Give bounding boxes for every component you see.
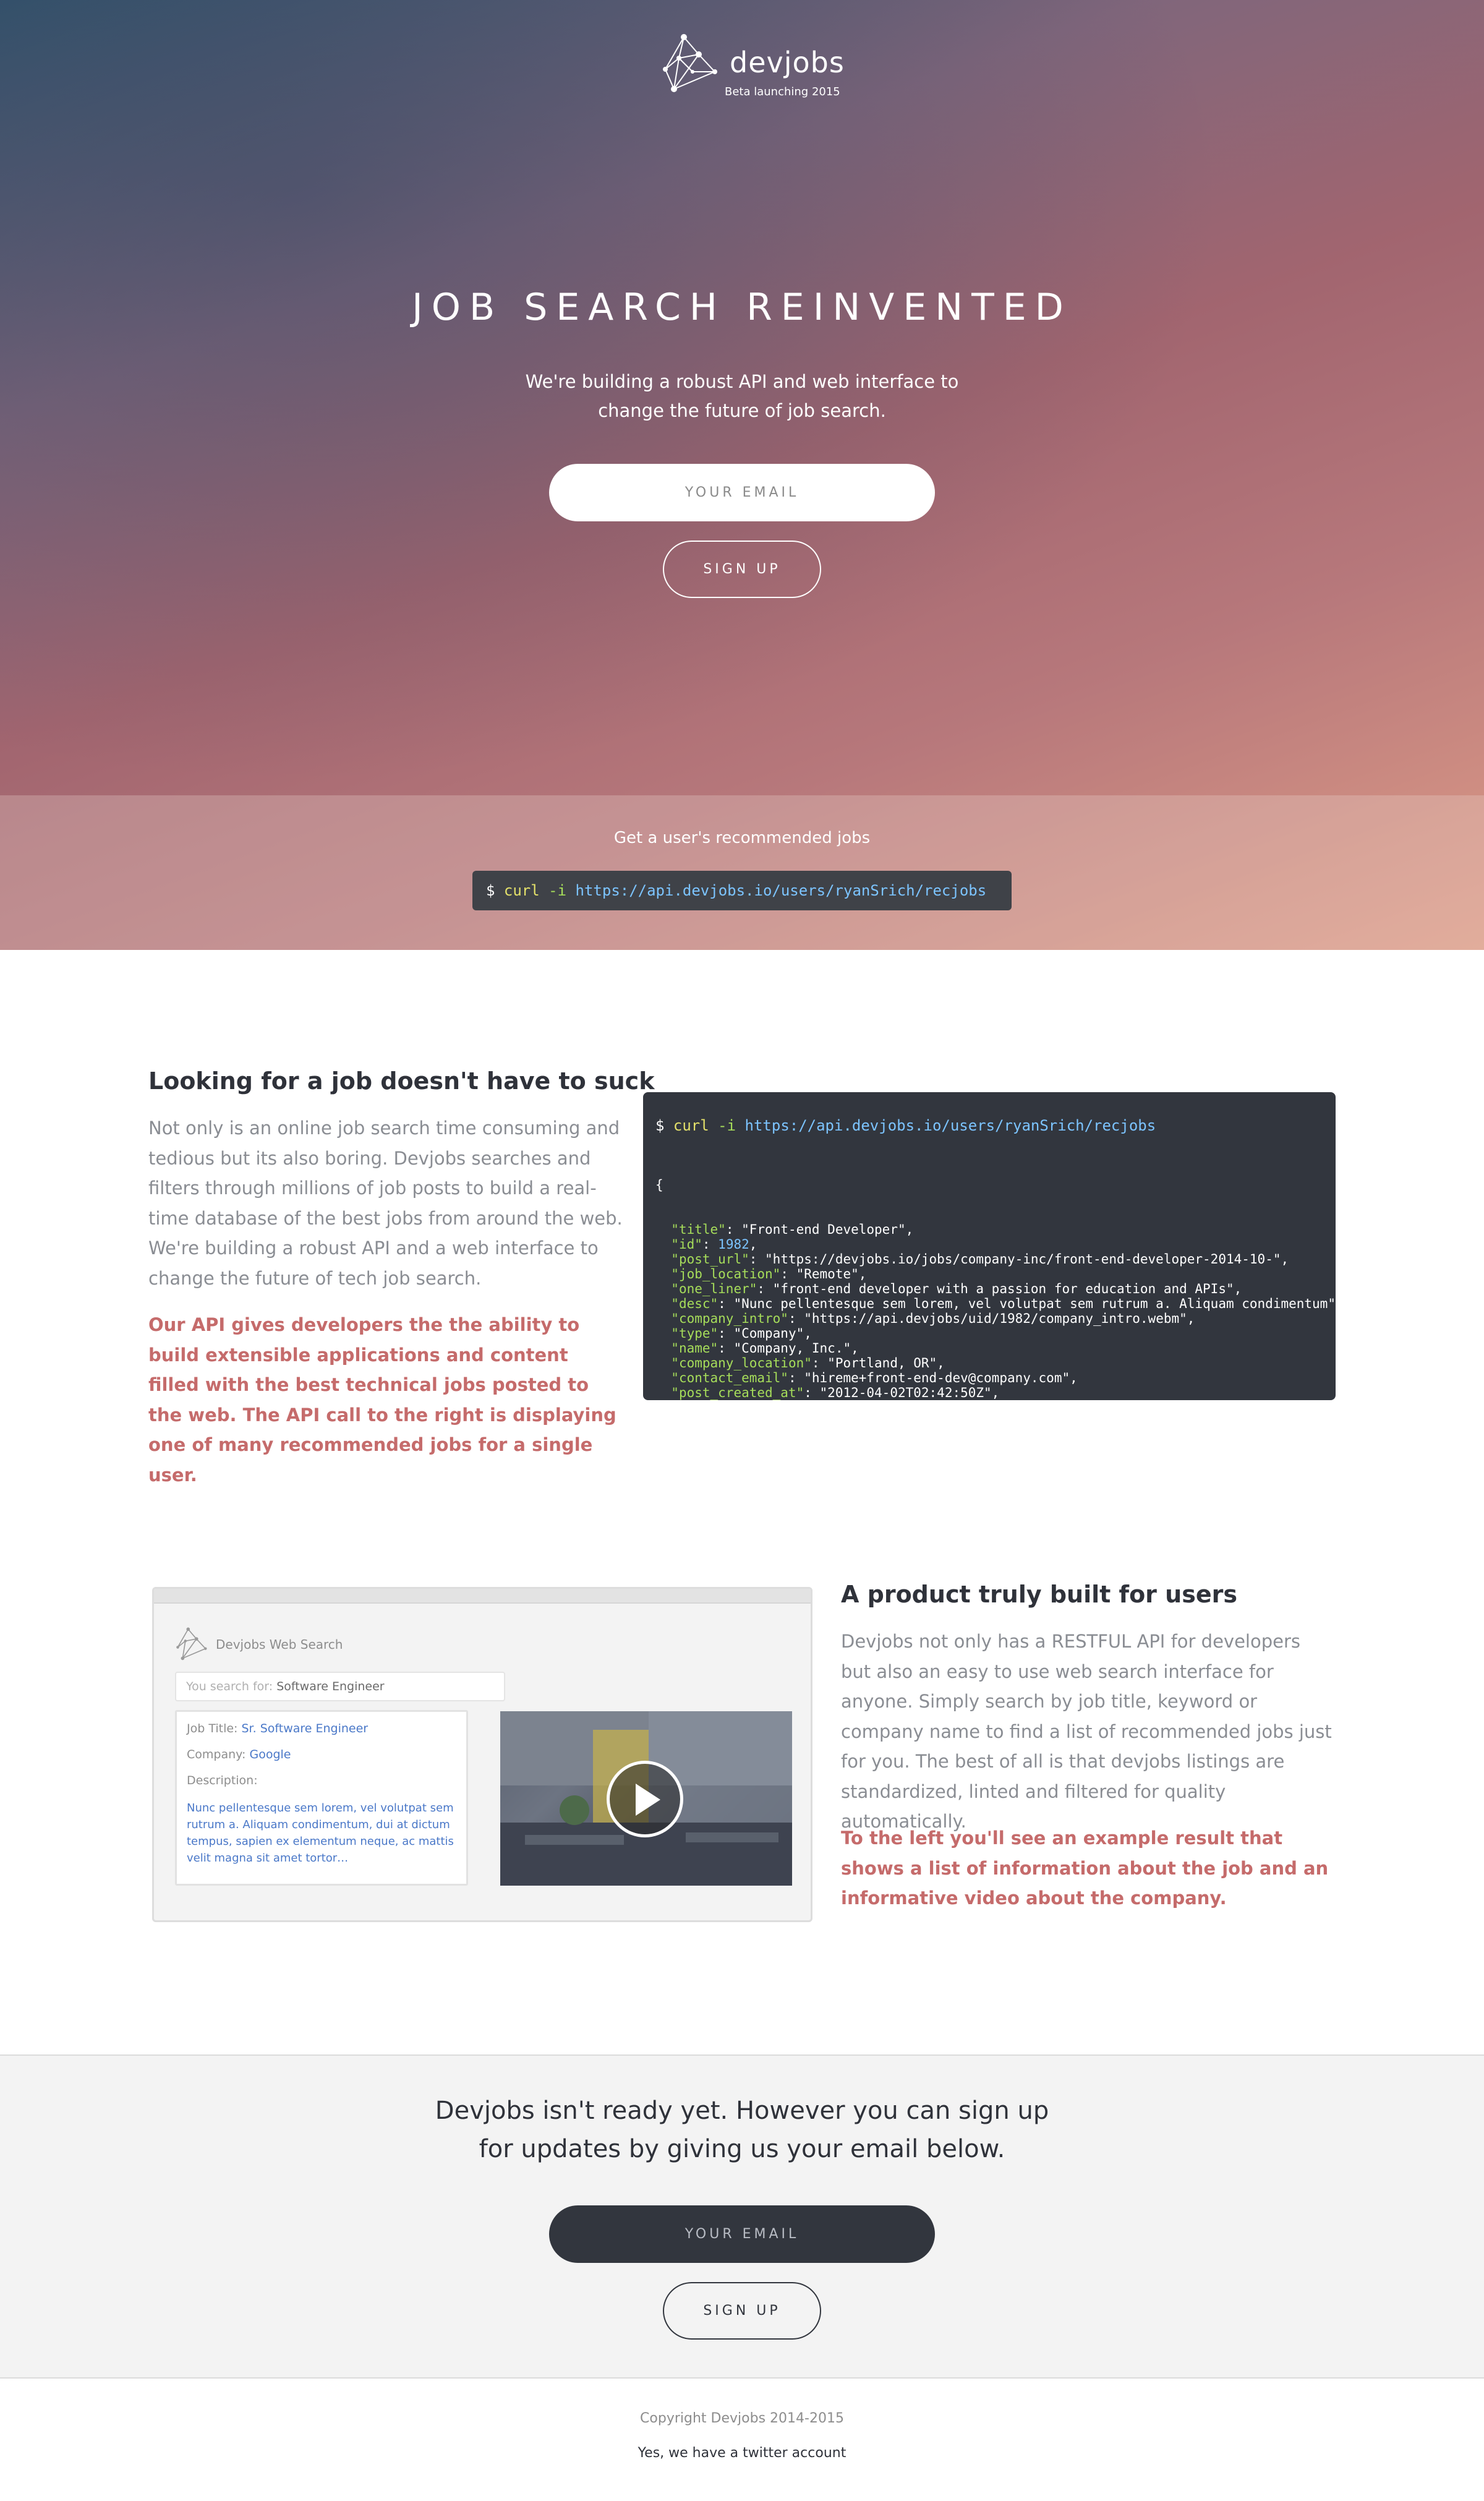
signup-message-line1: Devjobs isn't ready yet. However you can…	[435, 2097, 1049, 2125]
signup-message: Devjobs isn't ready yet. However you can…	[433, 2092, 1051, 2168]
code-url: https://api.devjobs.io/users/ryanSrich/r…	[744, 1117, 1156, 1134]
curl-flag: -i	[548, 882, 567, 899]
api-section-accent: Our API gives developers the the ability…	[148, 1314, 616, 1486]
mockup-window-bar	[154, 1589, 811, 1604]
job-description: Nunc pellentesque sem lorem, vel volutpa…	[187, 1802, 454, 1865]
json-field-line: "post_created_at": "2012-04-02T02:42:50Z…	[671, 1385, 1000, 1400]
brand-logo[interactable]: devjobs Beta launching 2015	[660, 33, 844, 101]
web-search-mockup: Devjobs Web Search You search for: Softw…	[152, 1587, 812, 1922]
product-section-body: Devjobs not only has a RESTFUL API for d…	[841, 1631, 1332, 1832]
brand-name: devjobs	[730, 46, 845, 79]
mockup-job-card: Job Title: Sr. Software Engineer Company…	[175, 1710, 468, 1886]
json-key: "job_location"	[671, 1267, 781, 1281]
hero-subtitle-line1: We're building a robust API and web inte…	[525, 371, 959, 392]
json-field-line: "type": "Company",	[671, 1326, 812, 1341]
hero-signup-button[interactable]: SIGN UP	[663, 541, 821, 598]
signup-section: Devjobs isn't ready yet. However you can…	[0, 2054, 1484, 2379]
product-section-heading: A product truly built for users	[841, 1581, 1237, 1608]
json-field-line: "post_url": "https://devjobs.io/jobs/com…	[671, 1252, 1289, 1267]
json-field-line: "name": "Company, Inc.",	[671, 1341, 859, 1356]
api-command-box[interactable]: $ curl -i https://api.devjobs.io/users/r…	[472, 871, 1012, 910]
json-value: "Remote",	[796, 1267, 867, 1281]
json-field-line: "job_location": "Remote",	[671, 1267, 867, 1281]
json-field-line: "company_intro": "https://api.devjobs/ui…	[671, 1311, 1195, 1326]
job-title-link[interactable]: Sr. Software Engineer	[242, 1722, 369, 1735]
signup-button[interactable]: SIGN UP	[663, 2282, 821, 2340]
api-section-heading: Looking for a job doesn't have to suck	[148, 1067, 655, 1095]
json-key: "post_created_at"	[671, 1385, 804, 1400]
json-key: "title"	[671, 1222, 726, 1237]
json-key: "id"	[671, 1237, 702, 1252]
code-flag: -i	[718, 1117, 736, 1134]
json-key: "contact_email"	[671, 1370, 788, 1385]
code-prompt: $	[655, 1117, 665, 1134]
signup-message-line2: for updates by giving us your email belo…	[479, 2135, 1005, 2163]
copyright-text: Copyright Devjobs 2014-2015	[640, 2411, 844, 2426]
json-key: "company_location"	[671, 1356, 812, 1370]
json-field-line: "one_liner": "front-end developer with a…	[671, 1281, 1242, 1296]
json-value: 1982	[718, 1237, 749, 1252]
mockup-company-row: Company: Google	[187, 1748, 291, 1761]
json-value: "Portland, OR",	[827, 1356, 945, 1370]
api-strip-label: Get a user's recommended jobs	[613, 829, 871, 847]
api-example-strip: Get a user's recommended jobs $ curl -i …	[0, 795, 1484, 950]
company-video[interactable]	[500, 1711, 792, 1886]
json-field-line: "company_location": "Portland, OR",	[671, 1356, 945, 1370]
json-key: "company_intro"	[671, 1311, 788, 1326]
network-graph-icon	[176, 1627, 207, 1661]
json-key: "post_url"	[671, 1252, 749, 1267]
mockup-app-title: Devjobs Web Search	[216, 1637, 343, 1652]
json-key: "desc"	[671, 1296, 719, 1311]
mockup-search-label: You search for:	[186, 1680, 273, 1693]
hero-subtitle: We're building a robust API and web inte…	[495, 367, 989, 425]
json-comma: ,	[749, 1237, 757, 1252]
brand-tagline: Beta launching 2015	[725, 85, 840, 98]
json-field-line: "title": "Front-end Developer",	[671, 1222, 914, 1237]
json-value: "https://devjobs.io/jobs/company-inc/fro…	[765, 1252, 1289, 1267]
signup-email-input[interactable]	[549, 2205, 935, 2263]
play-button[interactable]	[607, 1761, 683, 1837]
json-value: "Front-end Developer",	[741, 1222, 914, 1237]
json-field-line: "contact_email": "hireme+front-end-dev@c…	[671, 1370, 1078, 1385]
json-value: "2012-04-02T02:42:50Z",	[819, 1385, 1000, 1400]
company-label: Company:	[187, 1748, 246, 1761]
json-open-brace: {	[655, 1178, 663, 1192]
api-url: https://api.devjobs.io/users/ryanSrich/r…	[575, 882, 987, 899]
prompt-symbol: $	[486, 882, 495, 899]
hero-title: JOB SEARCH REINVENTED	[412, 286, 1072, 329]
json-fields: "title": "Front-end Developer", "id": 19…	[655, 1222, 1336, 1400]
network-graph-icon	[663, 34, 717, 92]
json-value: "Company, Inc.",	[733, 1341, 859, 1356]
curl-command: curl	[503, 882, 540, 899]
mockup-job-title-row: Job Title: Sr. Software Engineer	[187, 1722, 368, 1735]
hero-subtitle-line2: change the future of job search.	[598, 400, 886, 421]
json-key: "name"	[671, 1341, 719, 1356]
product-section-accent: To the left you'll see an example result…	[841, 1828, 1329, 1909]
twitter-link[interactable]: Yes, we have a twitter account	[0, 2445, 1484, 2461]
description-label: Description:	[187, 1774, 258, 1787]
code-curl: curl	[673, 1117, 709, 1134]
api-section-body: Not only is an online job search time co…	[148, 1118, 623, 1289]
json-value: "hireme+front-end-dev@company.com",	[804, 1370, 1078, 1385]
play-icon	[636, 1784, 660, 1816]
json-field-line: "desc": "Nunc pellentesque sem lorem, ve…	[655, 1296, 1336, 1311]
mockup-search-value: Software Engineer	[276, 1680, 385, 1693]
api-response-code-panel: $ curl -i https://api.devjobs.io/users/r…	[643, 1092, 1336, 1400]
mockup-search-input[interactable]: You search for: Software Engineer	[175, 1672, 505, 1701]
json-key: "one_liner"	[671, 1281, 757, 1296]
json-key: "type"	[671, 1326, 719, 1341]
json-field-line: "id": 1982,	[671, 1237, 757, 1252]
code-command-line: $ curl -i https://api.devjobs.io/users/r…	[655, 1117, 1156, 1134]
json-value: "https://api.devjobs/uid/1982/company_in…	[804, 1311, 1195, 1326]
hero-email-input[interactable]	[549, 464, 935, 521]
json-value: "front-end developer with a passion for …	[772, 1281, 1242, 1296]
job-title-label: Job Title:	[187, 1722, 238, 1735]
json-value: "Company",	[733, 1326, 812, 1341]
json-value: "Nunc pellentesque sem lorem, vel volutp…	[733, 1296, 1336, 1311]
json-response: { "title": "Front-end Developer", "id": …	[655, 1148, 1336, 1400]
company-link[interactable]: Google	[249, 1748, 291, 1761]
